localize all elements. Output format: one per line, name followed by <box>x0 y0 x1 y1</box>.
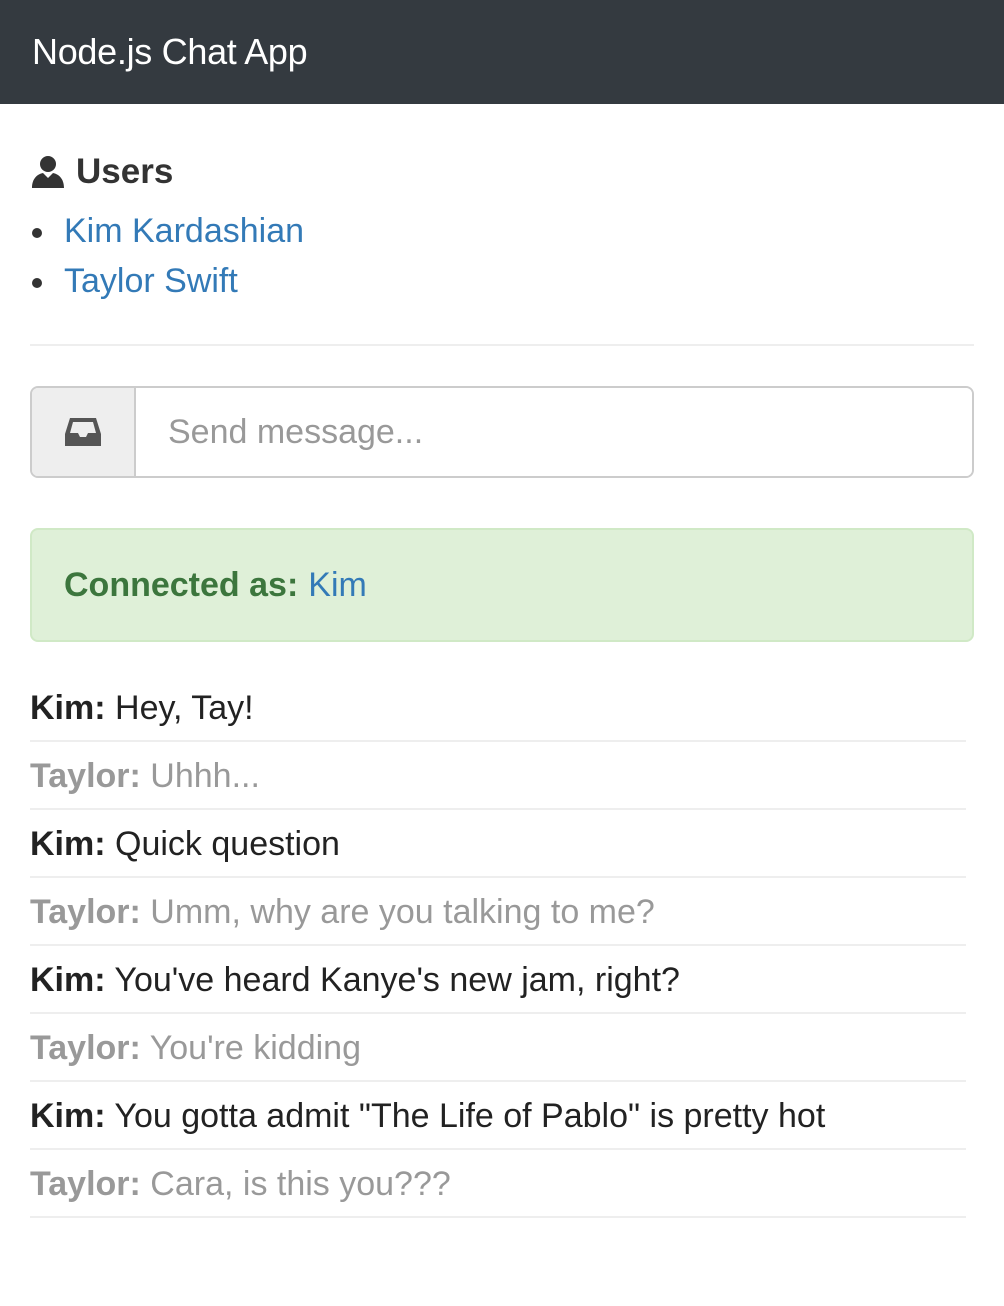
divider <box>30 344 974 346</box>
composer-addon <box>32 388 136 476</box>
message-author: Kim: <box>30 689 106 727</box>
message-text: Quick question <box>115 825 340 863</box>
message-row: Kim: Hey, Tay! <box>30 674 966 742</box>
message-row: Kim: You've heard Kanye's new jam, right… <box>30 946 966 1014</box>
message-text: Cara, is this you??? <box>150 1165 451 1203</box>
message-author: Kim: <box>30 825 106 863</box>
message-text: Hey, Tay! <box>115 689 254 727</box>
message-row: Kim: You gotta admit "The Life of Pablo"… <box>30 1082 966 1150</box>
app-brand[interactable]: Node.js Chat App <box>32 31 308 73</box>
status-label: Connected as: <box>64 565 299 604</box>
users-list: Kim Kardashian Taylor Swift <box>30 206 974 306</box>
message-author: Taylor: <box>30 757 141 795</box>
message-author: Kim: <box>30 961 106 999</box>
user-link-taylor[interactable]: Taylor Swift <box>64 262 238 300</box>
message-row: Taylor: Umm, why are you talking to me? <box>30 878 966 946</box>
message-list: Kim: Hey, Tay! Taylor: Uhhh... Kim: Quic… <box>30 674 974 1218</box>
message-row: Taylor: Uhhh... <box>30 742 966 810</box>
message-author: Taylor: <box>30 1165 141 1203</box>
list-item: Taylor Swift <box>32 256 974 306</box>
users-heading: Users <box>30 150 974 194</box>
message-composer <box>30 386 974 478</box>
message-author: Taylor: <box>30 893 141 931</box>
message-text: Umm, why are you talking to me? <box>150 893 655 931</box>
message-row: Taylor: Cara, is this you??? <box>30 1150 966 1218</box>
connection-status: Connected as: Kim <box>30 528 974 642</box>
message-text: You've heard Kanye's new jam, right? <box>114 961 680 999</box>
message-author: Kim: <box>30 1097 106 1135</box>
message-row: Taylor: You're kidding <box>30 1014 966 1082</box>
user-icon <box>32 156 64 188</box>
message-text: You gotta admit "The Life of Pablo" is p… <box>114 1097 826 1135</box>
user-link-kim[interactable]: Kim Kardashian <box>64 212 304 250</box>
status-username: Kim <box>308 565 367 604</box>
message-author: Taylor: <box>30 1029 141 1067</box>
navbar: Node.js Chat App <box>0 0 1004 104</box>
inbox-icon <box>65 418 101 446</box>
list-item: Kim Kardashian <box>32 206 974 256</box>
message-input[interactable] <box>136 388 972 476</box>
users-title: Users <box>76 152 174 191</box>
main-container: Users Kim Kardashian Taylor Swift Connec… <box>0 150 1004 1218</box>
message-text: Uhhh... <box>150 757 260 795</box>
message-row: Kim: Quick question <box>30 810 966 878</box>
message-text: You're kidding <box>149 1029 361 1067</box>
